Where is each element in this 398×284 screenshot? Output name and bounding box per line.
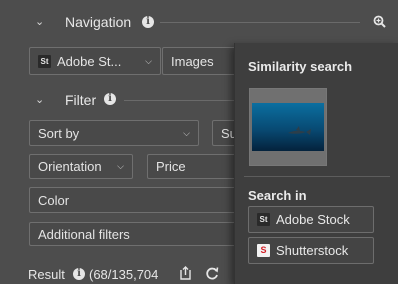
similarity-search-popup: Similarity search Search in St Adobe Sto… — [234, 43, 398, 284]
zoom-search-icon[interactable] — [373, 15, 386, 28]
sort-by-dropdown[interactable]: Sort by ⌵ — [29, 120, 199, 146]
navigation-collapse-chevron-icon[interactable]: ⌄ — [35, 15, 44, 28]
color-label: Color — [38, 192, 70, 208]
shutterstock-icon: S — [257, 244, 270, 257]
result-info-icon[interactable]: i — [73, 268, 85, 280]
media-type-dropdown[interactable]: Images — [162, 47, 242, 75]
popup-divider — [244, 176, 390, 177]
additional-filters-dropdown[interactable]: Additional filters — [29, 222, 242, 246]
search-in-title: Search in — [248, 188, 307, 203]
export-icon[interactable] — [179, 266, 192, 281]
media-type-label: Images — [171, 53, 214, 69]
navigation-title: Navigation — [65, 14, 132, 30]
source-dropdown[interactable]: St Adobe St... ⌵ — [29, 47, 161, 75]
price-dropdown[interactable]: Price — [147, 154, 242, 179]
color-dropdown[interactable]: Color — [29, 187, 242, 213]
reference-image-thumbnail[interactable] — [249, 88, 327, 166]
result-count: (68/135,704 — [89, 267, 159, 282]
search-adobe-stock-label: Adobe Stock — [276, 212, 350, 227]
similarity-search-title: Similarity search — [248, 59, 353, 74]
chevron-down-icon: ⌵ — [183, 127, 190, 138]
adobe-stock-icon: St — [38, 54, 51, 68]
chevron-down-icon: ⌵ — [145, 55, 152, 66]
price-label: Price — [156, 159, 186, 174]
search-adobe-stock-button[interactable]: St Adobe Stock — [248, 206, 374, 233]
additional-filters-label: Additional filters — [38, 226, 130, 242]
orientation-dropdown[interactable]: Orientation ⌵ — [29, 154, 133, 179]
navigation-info-icon[interactable]: i — [142, 16, 154, 28]
adobe-stock-icon: St — [257, 213, 270, 226]
sort-by-label: Sort by — [38, 125, 80, 141]
filter-info-icon[interactable]: i — [104, 93, 116, 105]
navigation-divider — [160, 22, 360, 23]
filter-title: Filter — [65, 92, 97, 108]
search-shutterstock-label: Shutterstock — [276, 243, 349, 258]
orientation-label: Orientation — [38, 159, 102, 174]
search-shutterstock-button[interactable]: S Shutterstock — [248, 237, 374, 264]
refresh-icon[interactable] — [206, 267, 219, 280]
filter-collapse-chevron-icon[interactable]: ⌄ — [35, 93, 44, 106]
filter-divider — [124, 100, 234, 101]
source-dropdown-label: Adobe St... — [57, 53, 122, 69]
chevron-down-icon: ⌵ — [117, 161, 124, 171]
result-label: Result — [28, 267, 65, 282]
underwater-shark-image — [250, 89, 326, 165]
